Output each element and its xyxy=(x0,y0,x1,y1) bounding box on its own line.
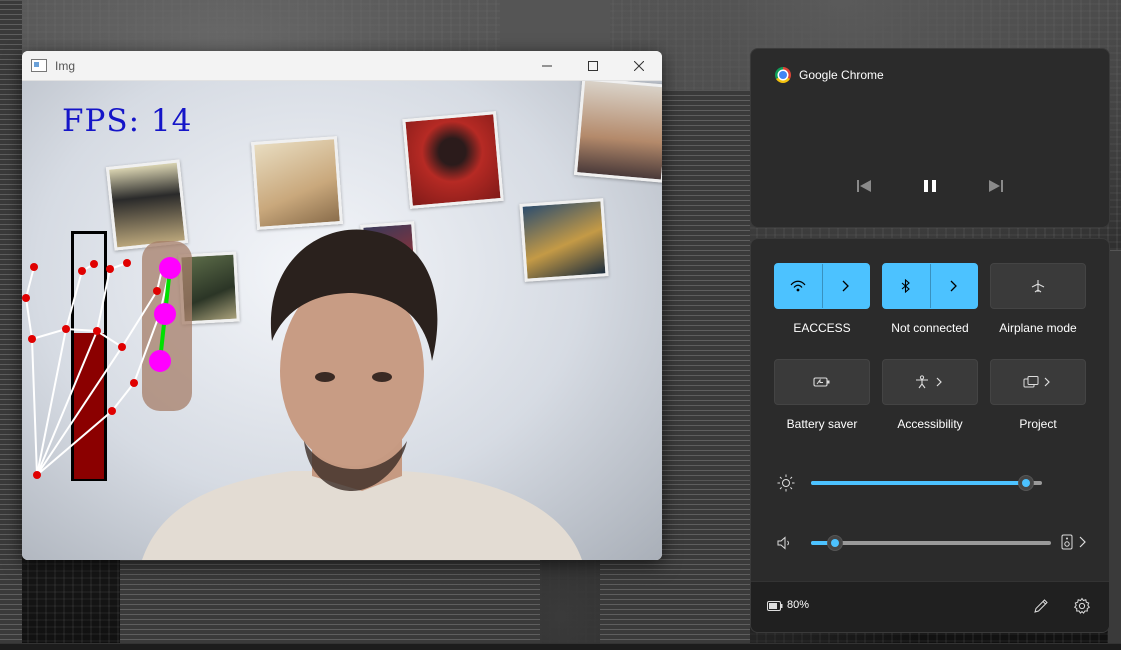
accessibility-toggle[interactable] xyxy=(883,360,977,404)
battery-saver-icon xyxy=(813,377,830,387)
previous-track-button[interactable] xyxy=(851,175,877,197)
project-toggle[interactable] xyxy=(991,360,1085,404)
hand-skeleton-lines xyxy=(24,260,171,476)
accessibility-icon xyxy=(916,375,942,389)
airplane-mode-tile[interactable] xyxy=(990,263,1086,309)
wallpaper-building xyxy=(0,0,22,650)
speaker-icon xyxy=(777,536,789,550)
bluetooth-toggle[interactable] xyxy=(883,264,930,308)
chevron-right-icon xyxy=(842,280,849,292)
airplane-mode-tile-label: Airplane mode xyxy=(999,321,1077,335)
bluetooth-tile-label: Not connected xyxy=(891,321,969,335)
window-app-icon xyxy=(31,59,47,72)
gear-icon xyxy=(1073,597,1091,614)
battery-saver-tile-label: Battery saver xyxy=(786,417,858,431)
previous-icon xyxy=(857,180,871,192)
wifi-tile-label: EACCESS xyxy=(793,321,851,335)
close-icon xyxy=(634,60,644,71)
pinch-center-marker xyxy=(154,303,176,325)
project-tile-label: Project xyxy=(1019,417,1057,431)
wifi-expand-button[interactable] xyxy=(821,264,870,308)
wallpaper-building xyxy=(500,0,610,52)
speaker-device-icon xyxy=(1061,534,1073,550)
brightness-icon xyxy=(777,474,795,492)
media-app[interactable]: Google Chrome xyxy=(775,67,884,83)
audio-output-button[interactable] xyxy=(1061,534,1086,550)
chevron-right-icon xyxy=(1079,536,1086,548)
pencil-icon xyxy=(1034,599,1048,613)
bluetooth-expand-button[interactable] xyxy=(929,264,978,308)
cv-titlebar[interactable]: Img xyxy=(22,51,662,81)
close-button[interactable] xyxy=(616,51,662,80)
wallpaper-building xyxy=(662,90,750,511)
airplane-icon xyxy=(1031,280,1045,293)
airplane-mode-toggle[interactable] xyxy=(991,264,1085,308)
hand-landmarks xyxy=(22,257,181,479)
chevron-right-icon xyxy=(950,280,957,292)
bluetooth-icon xyxy=(901,279,911,293)
quick-settings-footer: 80% xyxy=(751,581,1109,632)
settings-button[interactable] xyxy=(1073,597,1091,620)
brightness-slider-thumb[interactable] xyxy=(1017,475,1034,491)
project-icon xyxy=(1023,376,1050,388)
pause-icon xyxy=(924,180,936,192)
volume-slider[interactable] xyxy=(811,541,1051,545)
wifi-toggle[interactable] xyxy=(775,264,822,308)
maximize-button[interactable] xyxy=(570,51,616,80)
accessibility-tile-label: Accessibility xyxy=(897,417,963,431)
pause-button[interactable] xyxy=(917,175,943,197)
volume-slider-thumb[interactable] xyxy=(827,535,843,551)
chrome-icon xyxy=(775,67,791,83)
maximize-icon xyxy=(588,60,598,71)
next-icon xyxy=(989,180,1003,192)
quick-settings-panel: EACCESS Not connected Airplane mode Batt… xyxy=(750,238,1110,633)
wifi-icon xyxy=(790,280,806,292)
webcam-frame: FPS: 14 xyxy=(22,81,662,560)
wallpaper-building xyxy=(120,560,540,650)
battery-percentage: 80% xyxy=(787,599,810,611)
edit-quick-settings-button[interactable] xyxy=(1033,598,1049,619)
minimize-icon xyxy=(542,65,552,66)
next-track-button[interactable] xyxy=(983,175,1009,197)
window-title: Img xyxy=(55,58,76,73)
battery-saver-tile[interactable] xyxy=(774,359,870,405)
battery-icon xyxy=(767,601,783,611)
project-tile[interactable] xyxy=(990,359,1086,405)
wifi-tile[interactable] xyxy=(774,263,870,309)
thumb-tip-marker xyxy=(159,257,181,279)
media-app-name: Google Chrome xyxy=(799,68,884,82)
brightness-slider-fill xyxy=(811,481,1026,485)
cv-window[interactable]: Img FPS: 14 xyxy=(22,51,662,560)
bluetooth-tile[interactable] xyxy=(882,263,978,309)
media-flyout: Google Chrome xyxy=(750,48,1110,228)
minimize-button[interactable] xyxy=(524,51,570,80)
battery-saver-toggle[interactable] xyxy=(775,360,869,404)
index-tip-marker xyxy=(149,350,171,372)
accessibility-tile[interactable] xyxy=(882,359,978,405)
